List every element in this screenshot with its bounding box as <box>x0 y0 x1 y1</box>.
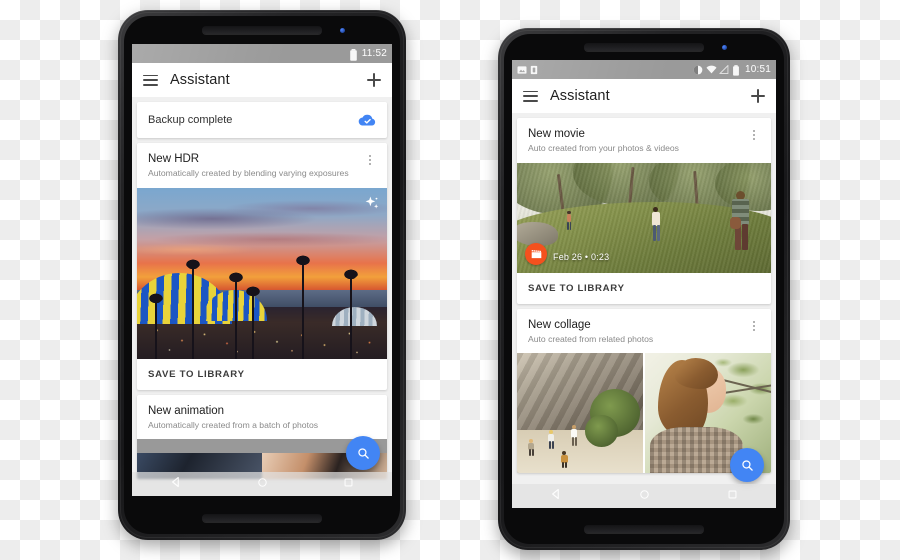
screenshot-icon <box>517 65 527 75</box>
battery-icon <box>732 64 741 76</box>
card-title: New HDR <box>148 153 200 165</box>
scene-root: 11:52 Assistant Backup complete New HDR … <box>0 0 900 560</box>
plus-icon[interactable] <box>751 89 765 103</box>
hiker-near <box>730 191 752 255</box>
search-icon <box>357 447 369 459</box>
sparkle-icon <box>364 195 380 211</box>
cloud-done-icon <box>358 113 376 127</box>
phone-right-screen: 10:51 Assistant New movie Auto created f… <box>512 60 776 508</box>
hdr-sunset-photo[interactable] <box>137 187 387 359</box>
status-clock-right: 10:51 <box>744 64 771 75</box>
earpiece-speaker-top-left <box>202 26 322 34</box>
status-bar-right: 10:51 <box>512 60 776 79</box>
card-subtitle: Automatically created from a batch of ph… <box>148 419 319 430</box>
plus-icon[interactable] <box>367 73 381 87</box>
android-phone-right: 10:51 Assistant New movie Auto created f… <box>498 28 790 550</box>
canyon-climbers-photo[interactable] <box>517 353 643 474</box>
hiker-middle <box>649 206 663 245</box>
card-title: New animation <box>148 404 225 417</box>
home-circle-icon[interactable] <box>257 475 268 493</box>
phone-right-glass: 10:51 Assistant New movie Auto created f… <box>504 34 784 544</box>
kebab-menu-icon[interactable] <box>364 152 376 165</box>
hamburger-menu-icon[interactable] <box>143 74 158 86</box>
kebab-menu-icon[interactable] <box>748 127 760 140</box>
phone-left-glass: 11:52 Assistant Backup complete New HDR … <box>124 16 400 534</box>
card-title: New movie <box>528 128 585 140</box>
page-title: Assistant <box>550 88 610 104</box>
earpiece-speaker-top-right <box>584 43 704 51</box>
save-to-library-button[interactable]: SAVE TO LIBRARY <box>137 359 387 390</box>
search-fab-button[interactable] <box>346 436 380 470</box>
card-new-collage[interactable]: New collage Auto created from related ph… <box>517 308 771 474</box>
card-title: New collage <box>528 318 591 331</box>
android-navigation-bar-left <box>132 472 392 496</box>
earpiece-speaker-bottom-left <box>202 514 322 522</box>
card-subtitle: Auto created from your photos & videos <box>528 143 679 154</box>
card-new-animation[interactable]: New animation Automatically created from… <box>137 394 387 480</box>
front-camera-left <box>340 28 345 33</box>
card-new-hdr[interactable]: New HDR Automatically created by blendin… <box>137 143 387 390</box>
status-clock-left: 11:52 <box>361 48 387 59</box>
wifi-icon <box>706 65 717 75</box>
assistant-feed-right[interactable]: New movie Auto created from your photos … <box>512 113 776 508</box>
card-new-hdr-header: New HDR Automatically created by blendin… <box>137 143 387 188</box>
android-phone-left: 11:52 Assistant Backup complete New HDR … <box>118 10 406 540</box>
app-bar-left: Assistant <box>132 63 392 98</box>
search-icon <box>741 459 753 471</box>
hiker-far <box>565 210 573 231</box>
card-subtitle: Automatically created by blending varyin… <box>148 168 349 179</box>
home-circle-icon[interactable] <box>639 487 650 505</box>
phone-left-screen: 11:52 Assistant Backup complete New HDR … <box>132 44 392 496</box>
battery-icon <box>349 48 358 61</box>
movie-clapper-icon <box>525 242 547 265</box>
front-camera-right <box>722 45 727 50</box>
page-title: Assistant <box>170 72 230 88</box>
do-not-disturb-icon <box>693 65 703 75</box>
card-subtitle: Auto created from related photos <box>528 333 654 344</box>
android-navigation-bar-right <box>512 484 776 508</box>
hamburger-menu-icon[interactable] <box>523 90 538 102</box>
backup-complete-row: Backup complete <box>137 102 387 138</box>
save-to-library-button[interactable]: SAVE TO LIBRARY <box>517 273 771 304</box>
recents-square-icon[interactable] <box>343 475 354 493</box>
earpiece-speaker-bottom-right <box>584 525 704 533</box>
card-new-animation-header: New animation Automatically created from… <box>137 395 387 440</box>
card-new-movie[interactable]: New movie Auto created from your photos … <box>517 118 771 304</box>
card-new-movie-header: New movie Auto created from your photos … <box>517 118 771 163</box>
movie-date-duration: Feb 26 • 0:23 <box>553 251 610 262</box>
kebab-menu-icon[interactable] <box>748 318 760 331</box>
signal-off-icon <box>718 63 729 75</box>
status-bar-left: 11:52 <box>132 44 392 63</box>
sim-card-icon <box>530 65 539 75</box>
card-new-collage-header: New collage Auto created from related ph… <box>517 309 771 354</box>
search-fab-button[interactable] <box>730 448 764 482</box>
card-backup-complete[interactable]: Backup complete <box>137 102 387 138</box>
back-triangle-icon[interactable] <box>170 475 182 493</box>
movie-preview-photo[interactable]: Feb 26 • 0:23 <box>517 162 771 273</box>
recents-square-icon[interactable] <box>727 487 738 505</box>
assistant-feed-left[interactable]: Backup complete New HDR Automatically cr… <box>132 97 392 496</box>
backup-complete-label: Backup complete <box>148 114 233 126</box>
app-bar-right: Assistant <box>512 79 776 114</box>
back-triangle-icon[interactable] <box>550 487 562 505</box>
